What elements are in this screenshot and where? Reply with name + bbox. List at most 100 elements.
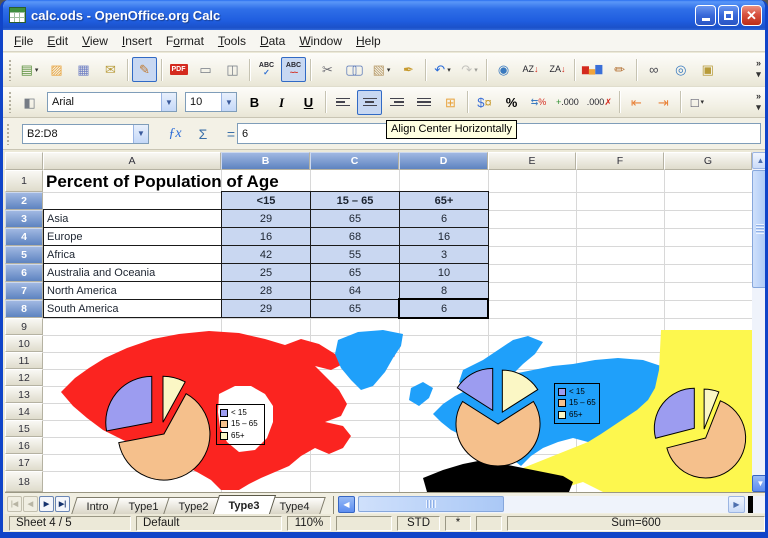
cell-a1-title[interactable]: Percent of Population of Age — [46, 172, 279, 192]
column-header-A[interactable]: A — [43, 152, 221, 170]
format-paintbrush-button[interactable]: ✒ — [396, 57, 421, 82]
new-dropdown-arrow-icon[interactable]: ▾ — [35, 66, 39, 74]
gallery-button[interactable]: ▣ — [695, 57, 720, 82]
status-panel-selection-mode[interactable]: STD — [397, 516, 440, 531]
number-format-currency-button[interactable]: $¤ — [472, 90, 497, 115]
decrease-indent-button[interactable]: ⇤ — [624, 90, 649, 115]
row-header-13[interactable]: 13 — [5, 386, 43, 403]
row-header-2[interactable]: 2 — [5, 192, 43, 210]
row-header-7[interactable]: 7 — [5, 282, 43, 300]
status-panel-modified-flag[interactable]: * — [445, 516, 471, 531]
italic-button[interactable]: I — [269, 90, 294, 115]
number-format-percent-button[interactable]: % — [499, 90, 524, 115]
export-pdf-button[interactable]: PDF — [166, 57, 191, 82]
formatting-toolbar-overflow[interactable]: » ▾ — [756, 91, 761, 113]
status-panel-zoom-level[interactable]: 110% — [287, 516, 331, 531]
cell-region-australia-and-oceania[interactable]: Australia and Oceania — [43, 263, 222, 282]
cell-value[interactable]: 6 — [399, 209, 489, 228]
spreadsheet-grid[interactable]: ABCDEFG123456789101112131415161718Percen… — [5, 152, 768, 492]
undo-dropdown-arrow-icon[interactable]: ▾ — [447, 66, 451, 74]
cell-region-asia[interactable]: Asia — [43, 209, 222, 228]
cell-region-africa[interactable]: Africa — [43, 245, 222, 264]
find-replace-button[interactable]: ∞ — [641, 57, 666, 82]
font-size-combo[interactable]: 10▼ — [185, 92, 237, 112]
status-panel-page-style[interactable]: Default — [136, 516, 282, 531]
row-header-6[interactable]: 6 — [5, 264, 43, 282]
row-header-1[interactable]: 1 — [5, 170, 43, 192]
row-header-12[interactable]: 12 — [5, 369, 43, 386]
name-box-dropdown-icon[interactable]: ▼ — [133, 125, 148, 143]
row-header-11[interactable]: 11 — [5, 352, 43, 369]
column-header-E[interactable]: E — [488, 152, 576, 170]
open-button[interactable]: ▨ — [44, 57, 69, 82]
cell-value[interactable]: 64 — [310, 281, 400, 300]
scroll-right-button[interactable]: ▶ — [728, 496, 745, 513]
cell-value[interactable]: 16 — [221, 227, 311, 246]
grid-corner-box[interactable] — [5, 152, 43, 170]
scroll-left-button[interactable]: ◀ — [338, 496, 355, 513]
column-header-B[interactable]: B — [221, 152, 310, 170]
cell-value[interactable]: 10 — [399, 263, 489, 282]
email-button[interactable]: ✉ — [98, 57, 123, 82]
underline-button[interactable]: U — [296, 90, 321, 115]
column-header-C[interactable]: C — [310, 152, 399, 170]
last-sheet-button[interactable]: ▶| — [55, 496, 70, 512]
undo-button[interactable]: ↶▾ — [430, 57, 455, 82]
show-draw-functions-button[interactable]: ✏ — [607, 57, 632, 82]
row-header-18[interactable]: 18 — [5, 471, 43, 492]
row-header-17[interactable]: 17 — [5, 454, 43, 471]
align-right-button[interactable] — [384, 90, 409, 115]
menu-view[interactable]: View — [75, 32, 115, 50]
cell-value[interactable]: 65 — [310, 209, 400, 228]
status-panel-insert-mode[interactable] — [336, 516, 392, 531]
row-header-5[interactable]: 5 — [5, 246, 43, 264]
maximize-button[interactable] — [718, 5, 739, 26]
function-wizard-button[interactable]: ƒx — [163, 123, 187, 145]
column-header-F[interactable]: F — [576, 152, 664, 170]
font-size-dropdown-icon[interactable]: ▼ — [221, 93, 236, 111]
menu-edit[interactable]: Edit — [40, 32, 75, 50]
scroll-down-button[interactable]: ▼ — [752, 475, 768, 492]
standard-toolbar-overflow[interactable]: » ▾ — [756, 58, 761, 80]
toolbar-grip[interactable] — [6, 123, 11, 145]
cell-value[interactable]: 29 — [221, 209, 311, 228]
row-header-3[interactable]: 3 — [5, 210, 43, 228]
cell-value[interactable]: 65 — [310, 263, 400, 282]
row-header-4[interactable]: 4 — [5, 228, 43, 246]
redo-dropdown-arrow-icon[interactable]: ▾ — [474, 66, 478, 74]
menu-insert[interactable]: Insert — [115, 32, 159, 50]
cut-button[interactable]: ✂ — [315, 57, 340, 82]
cell-value[interactable]: 68 — [310, 227, 400, 246]
cell-header-65+[interactable]: 65+ — [399, 191, 489, 210]
title-bar[interactable]: calc.ods - OpenOffice.org Calc ✕ — [0, 0, 768, 30]
column-header-G[interactable]: G — [664, 152, 752, 170]
cell-value[interactable]: 28 — [221, 281, 311, 300]
align-justify-button[interactable] — [411, 90, 436, 115]
toolbar-grip[interactable] — [8, 59, 13, 81]
cell-value[interactable]: 3 — [399, 245, 489, 264]
menu-help[interactable]: Help — [349, 32, 388, 50]
horizontal-scroll-thumb[interactable] — [358, 496, 504, 512]
scrollbar-split-handle[interactable] — [748, 496, 753, 513]
print-button[interactable]: ▭ — [193, 57, 218, 82]
menu-data[interactable]: Data — [253, 32, 292, 50]
borders-button[interactable]: □▾ — [685, 90, 710, 115]
font-name-dropdown-icon[interactable]: ▼ — [161, 93, 176, 111]
name-box[interactable]: B2:D8 ▼ — [22, 124, 149, 144]
save-button[interactable]: ▦ — [71, 57, 96, 82]
cell-value[interactable]: 25 — [221, 263, 311, 282]
add-decimal-place-button[interactable]: +.000 — [553, 90, 582, 115]
cell-region-south-america[interactable]: South America — [43, 299, 222, 318]
column-header-D[interactable]: D — [399, 152, 488, 170]
font-name-combo[interactable]: Arial▼ — [47, 92, 177, 112]
cell-value[interactable]: 55 — [310, 245, 400, 264]
cell-value[interactable]: 65 — [310, 299, 400, 318]
cell-value[interactable]: 16 — [399, 227, 489, 246]
align-center-button[interactable] — [357, 90, 382, 115]
status-panel-signature[interactable] — [476, 516, 502, 531]
status-panel-sheet-indicator[interactable]: Sheet 4 / 5 — [9, 516, 131, 531]
page-preview-button[interactable]: ◫ — [220, 57, 245, 82]
spellcheck-button[interactable]: ABC✓ — [254, 57, 279, 82]
paste-dropdown-arrow-icon[interactable]: ▾ — [387, 66, 391, 74]
toolbar-grip[interactable] — [8, 91, 13, 113]
